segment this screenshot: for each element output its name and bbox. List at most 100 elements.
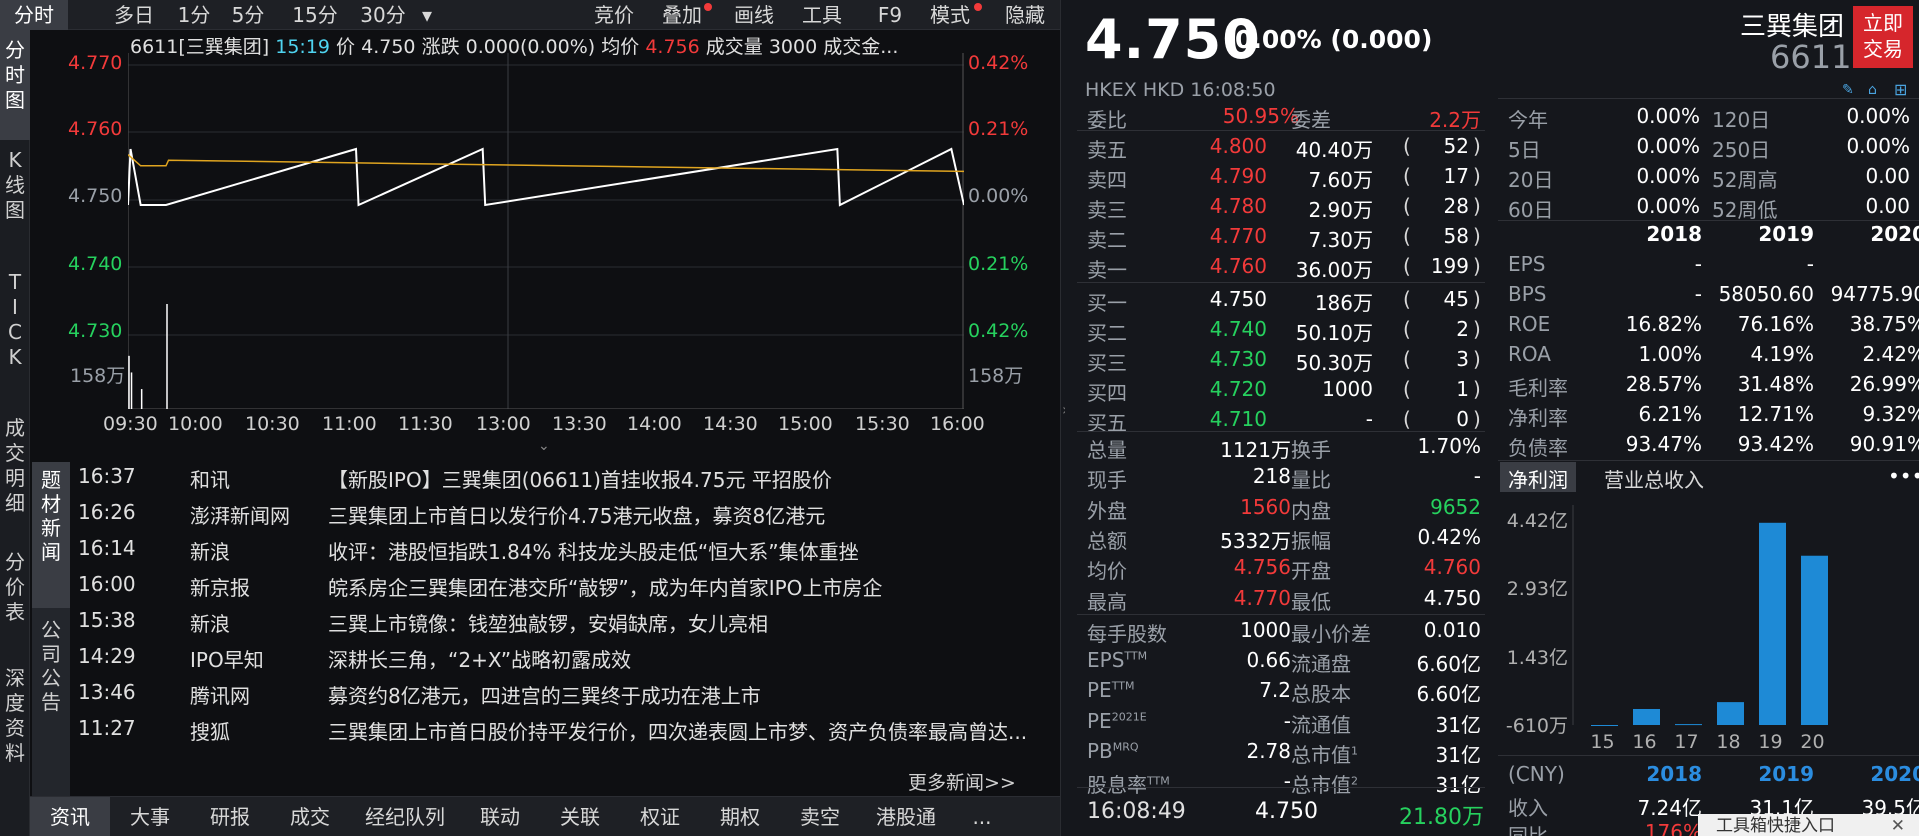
intraday-chart[interactable]	[128, 53, 964, 409]
left-tab-4[interactable]: 成交明细	[0, 408, 30, 528]
bottom-tab-9[interactable]: 期权	[700, 797, 780, 836]
stock-code-large: 6611	[1770, 38, 1852, 76]
toolbox-entry[interactable]: 工具箱快捷入口 ✕	[1698, 814, 1919, 836]
stat-label: 股息率TTM	[1087, 769, 1170, 798]
bottom-tab-6[interactable]: 联动	[460, 797, 540, 836]
close-icon[interactable]: ✕	[1891, 814, 1905, 836]
tab-3[interactable]: 1分	[168, 0, 220, 30]
news-item[interactable]: 11:27 搜狐 三巽集团上市首日股价持平发行价，四次递表圆上市梦、资产负债率最高曾…	[78, 716, 1058, 746]
bottom-tab-5[interactable]: 经纪队列	[350, 797, 460, 836]
bottom-tab-3[interactable]: 研报	[190, 797, 270, 836]
more-options-icon[interactable]: •••	[1888, 464, 1919, 488]
trade-now-button[interactable]: 立即交易	[1853, 6, 1913, 68]
stat-label-text: 均价	[1087, 559, 1127, 584]
tab-10[interactable]: 画线	[720, 0, 788, 30]
x-tick: 13:00	[476, 413, 531, 435]
news-time: 16:37	[78, 464, 136, 488]
news-title[interactable]: 三巽上市镜像：钱堃独敲锣，安娟缺席，女儿亮相	[328, 608, 768, 637]
last-trade-vol: 21.80万	[1399, 805, 1484, 830]
fin-tab-net-profit[interactable]: 净利润	[1500, 462, 1576, 492]
stat-label-text: 流通盘	[1291, 652, 1351, 677]
book-volume: 2.90万	[1308, 198, 1373, 222]
news-title[interactable]: 三巽集团上市首日以发行价4.75港元收盘，募资8亿港元	[328, 500, 825, 529]
y-tick-left: 4.750	[68, 185, 123, 207]
tab-8[interactable]: 竞价	[580, 0, 648, 30]
bottom-tab-11[interactable]: 港股通	[860, 797, 952, 836]
x-tick: 11:30	[398, 413, 453, 435]
tab-14[interactable]: 隐藏	[990, 0, 1060, 30]
rev-year: 2018	[1646, 762, 1702, 786]
collapse-chevron-icon[interactable]: ⌄	[538, 438, 550, 454]
perf-label: 今年	[1508, 108, 1548, 132]
tab-5[interactable]: 15分	[284, 0, 346, 30]
book-price: 4.770	[1209, 224, 1267, 248]
left-tab-2[interactable]: K线图	[0, 140, 30, 250]
stat-value: 6.60亿	[1416, 682, 1481, 707]
news-item[interactable]: 16:14 新浪 收评：港股恒指跌1.84% 科技龙头股走低“恒大系”集体重挫	[78, 536, 1058, 566]
left-tab-6[interactable]: 深度资料	[0, 658, 30, 788]
tab-12[interactable]: F9	[864, 0, 916, 30]
bottom-tab-8[interactable]: 权证	[620, 797, 700, 836]
home-icon[interactable]: ⌂	[1868, 82, 1877, 98]
news-title[interactable]: 深耕长三角，“2+X”战略初露成效	[328, 644, 631, 673]
fin-label: ROE	[1508, 312, 1551, 336]
fin-label: 毛利率	[1508, 376, 1568, 400]
left-tab-3[interactable]: TICK	[0, 262, 30, 392]
tab-7[interactable]: ▾	[416, 0, 438, 30]
news-item[interactable]: 14:29 IPO早知 深耕长三角，“2+X”战略初露成效	[78, 644, 1058, 674]
stat-label-text: PE	[1087, 678, 1112, 703]
fin-label: 负债率	[1508, 436, 1568, 460]
stat-label-text: 每手股数	[1087, 621, 1167, 646]
yoy-value: 176%	[1644, 820, 1702, 836]
stat-label: 内盘	[1291, 495, 1331, 524]
stat-label-sup: MRQ	[1112, 740, 1139, 754]
tab-4[interactable]: 5分	[222, 0, 274, 30]
stat-label: 最小价差	[1291, 618, 1371, 647]
bottom-tab-10[interactable]: 卖空	[780, 797, 860, 836]
rev-year: 2020	[1870, 762, 1919, 786]
news-item[interactable]: 16:26 澎湃新闻网 三巽集团上市首日以发行价4.75港元收盘，募资8亿港元	[78, 500, 1058, 530]
book-level-label: 卖四	[1087, 168, 1127, 192]
bottom-tab-4[interactable]: 成交	[270, 797, 350, 836]
left-vertical-tabs: 分时图K线图 TICK 成交明细分价表深度资料	[0, 30, 30, 836]
edit-icon[interactable]: ✎	[1842, 82, 1854, 98]
bar	[1717, 702, 1744, 725]
news-item[interactable]: 16:00 新京报 皖系房企三巽集团在港交所“敲锣”，成为年内首家IPO上市房企	[78, 572, 1058, 602]
left-tab-5[interactable]: 分价表	[0, 542, 30, 632]
fin-tab-revenue[interactable]: 营业总收入	[1596, 462, 1712, 492]
news-source: 新浪	[190, 612, 230, 636]
stat-label-text: 内盘	[1291, 498, 1331, 523]
tab-2[interactable]: 多日	[100, 0, 168, 30]
fin-value: 90.91%	[1849, 432, 1919, 456]
bottom-tab-1[interactable]: 资讯	[30, 797, 110, 836]
left-tab-1[interactable]: 分时图	[0, 30, 30, 140]
more-news-link[interactable]: 更多新闻>>	[908, 768, 1016, 795]
bottom-tab-2[interactable]: 大事	[110, 797, 190, 836]
tab-1[interactable]: 分时	[0, 0, 68, 30]
news-title[interactable]: 【新股IPO】三巽集团(06611)首挂收报4.75元 平招股价	[328, 464, 832, 493]
news-item[interactable]: 15:38 新浪 三巽上市镜像：钱堃独敲锣，安娟缺席，女儿亮相	[78, 608, 1058, 638]
news-title[interactable]: 皖系房企三巽集团在港交所“敲锣”，成为年内首家IPO上市房企	[328, 572, 882, 601]
paren-right: )	[1473, 287, 1481, 311]
fin-value: 76.16%	[1737, 312, 1814, 336]
news-item[interactable]: 16:37 和讯 【新股IPO】三巽集团(06611)首挂收报4.75元 平招股价	[78, 464, 1058, 494]
perf-value: 0.00%	[1636, 194, 1700, 218]
news-title[interactable]: 三巽集团上市首日股价持平发行价，四次递表圆上市梦、资产负债率最高曾达...	[328, 716, 1027, 745]
perf-value: 0.00%	[1636, 134, 1700, 158]
fin-label: ROA	[1508, 342, 1551, 366]
news-source: 搜狐	[190, 720, 230, 744]
add-icon[interactable]: ⊞	[1894, 80, 1907, 99]
stat-value: 4.760	[1423, 555, 1481, 580]
stat-label-sup: 1	[1351, 744, 1358, 758]
bottom-tab-7[interactable]: 关联	[540, 797, 620, 836]
tab-6[interactable]: 30分	[350, 0, 416, 30]
bar-ytick: 1.43亿	[1507, 647, 1568, 669]
stat-label-text: 总额	[1087, 528, 1127, 553]
news-title[interactable]: 募资约8亿港元，四进宫的三巽终于成功在港上市	[328, 680, 761, 709]
news-item[interactable]: 13:46 腾讯网 募资约8亿港元，四进宫的三巽终于成功在港上市	[78, 680, 1058, 710]
news-title[interactable]: 收评：港股恒指跌1.84% 科技龙头股走低“恒大系”集体重挫	[328, 536, 859, 565]
bottom-tab-12[interactable]: ...	[952, 797, 1012, 836]
tab-11[interactable]: 工具	[788, 0, 856, 30]
stat-value: 0.42%	[1417, 524, 1481, 549]
stat-label-text: PB	[1087, 739, 1113, 763]
